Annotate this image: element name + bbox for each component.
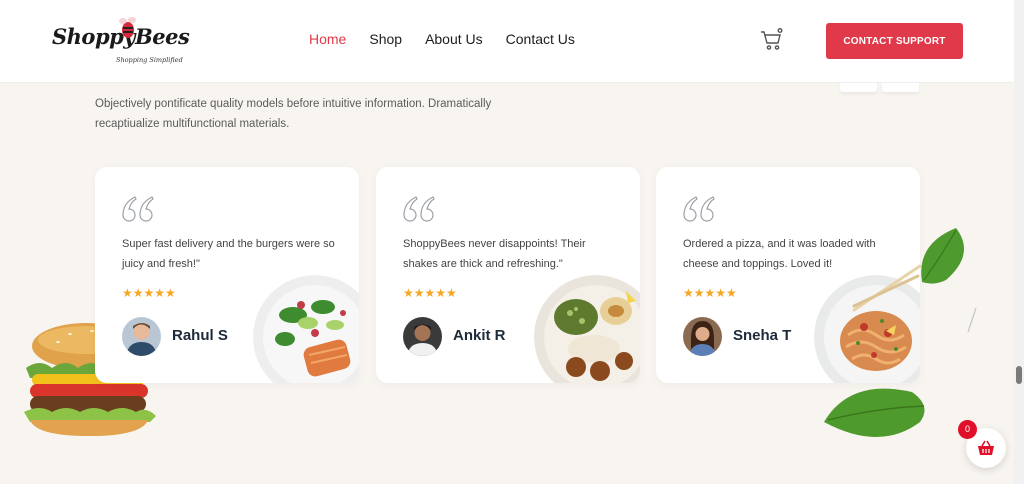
chopsticks-image — [852, 264, 922, 312]
herb-stem-image — [967, 307, 977, 333]
scrollbar-thumb[interactable] — [1016, 366, 1022, 384]
testimonial-card: ShoppyBees never disappoints! Their shak… — [376, 167, 640, 383]
avatar — [683, 317, 722, 356]
nav-contact-us[interactable]: Contact Us — [506, 31, 575, 47]
review-text: Super fast delivery and the burgers were… — [122, 238, 335, 270]
basil-leaf-image — [921, 228, 964, 284]
reviewer-name: Sneha T — [733, 327, 792, 344]
star-rating: ★★★★★ — [403, 286, 457, 300]
bee-icon — [119, 17, 136, 38]
testimonial-card: Super fast delivery and the burgers were… — [95, 167, 359, 383]
scrollbar[interactable] — [1014, 0, 1024, 484]
slider-next-button[interactable] — [882, 83, 919, 92]
logo-tagline: Shopping Simplified — [116, 56, 183, 64]
nav-home[interactable]: Home — [309, 31, 346, 47]
basil-leaf-image — [824, 388, 925, 437]
quote-icon — [403, 196, 435, 222]
avatar — [122, 317, 161, 356]
contact-support-button[interactable]: CONTACT SUPPORT — [826, 23, 963, 59]
site-header: ShoppyBees Shopping Simplified Home Shop… — [0, 0, 1014, 83]
star-rating: ★★★★★ — [683, 286, 737, 300]
section-intro: Objectively pontificate quality models b… — [95, 98, 492, 130]
reviewer-name: Ankit R — [453, 327, 506, 344]
logo[interactable]: ShoppyBees Shopping Simplified — [50, 16, 190, 66]
nav-shop[interactable]: Shop — [369, 31, 402, 47]
slider-prev-button[interactable] — [840, 83, 877, 92]
avatar — [403, 317, 442, 356]
review-text: ShoppyBees never disappoints! Their shak… — [403, 238, 586, 270]
quote-icon — [683, 196, 715, 222]
quote-icon — [122, 196, 154, 222]
star-rating: ★★★★★ — [122, 286, 176, 300]
cart-count-badge: 0 — [958, 420, 977, 439]
cart-icon[interactable] — [760, 28, 784, 52]
nav-about-us[interactable]: About Us — [425, 31, 483, 47]
basket-icon — [978, 440, 994, 455]
falafel-plate-image — [534, 275, 640, 383]
reviewer-name: Rahul S — [172, 327, 228, 344]
salad-plate-image — [253, 275, 359, 383]
main-nav: Home Shop About Us Contact Us — [309, 31, 598, 47]
